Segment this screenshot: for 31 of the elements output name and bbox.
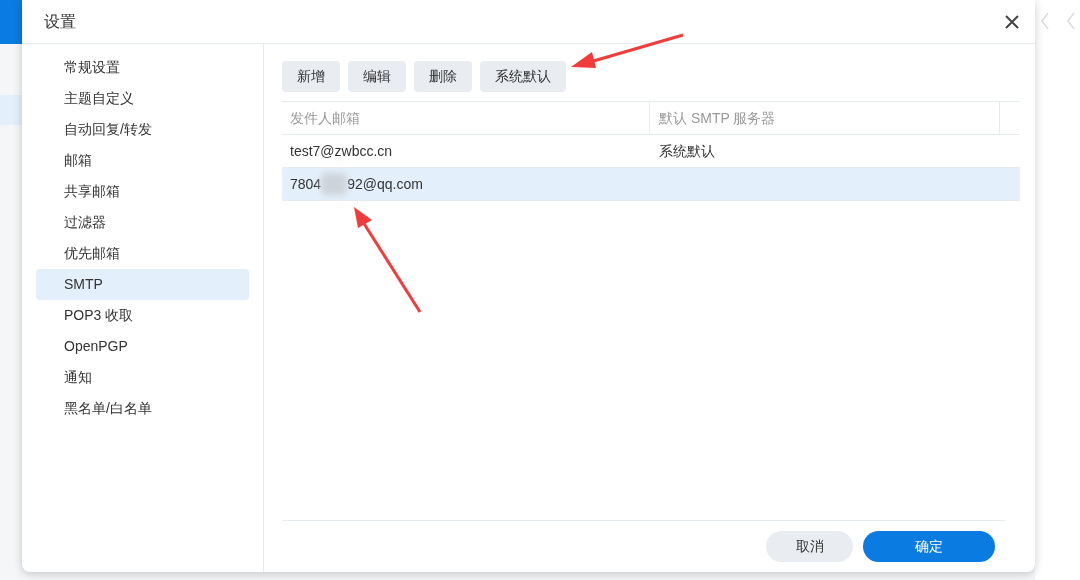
confirm-button[interactable]: 确定 [863,531,995,562]
sidebar-item[interactable]: OpenPGP [36,331,249,362]
toolbar-button[interactable]: 编辑 [348,61,406,92]
table-cell-text: test7@zwbcc.cn [289,141,394,161]
chevron-left-icon[interactable] [1066,12,1076,30]
sidebar-item[interactable]: POP3 收取 [36,300,249,331]
column-header: 发件人邮箱 [282,102,650,134]
app-selection-strip [0,95,22,125]
table-cell-text: 系统默认 [658,141,716,161]
table-row[interactable]: 7804 92@qq.com [282,168,1020,201]
table-cell: 7804 92@qq.com [282,168,650,200]
sidebar-item[interactable]: 自动回复/转发 [36,114,249,145]
sidebar-item[interactable]: 共享邮箱 [36,176,249,207]
sidebar-item[interactable]: 黑名单/白名单 [36,393,249,424]
sidebar-item[interactable]: 常规设置 [36,52,249,83]
column-header: 默认 SMTP 服务器 [650,102,1000,134]
toolbar-button[interactable]: 新增 [282,61,340,92]
sidebar-item[interactable]: 优先邮箱 [36,238,249,269]
close-button[interactable] [1003,12,1021,31]
toolbar-button[interactable]: 删除 [414,61,472,92]
toolbar-button[interactable]: 系统默认 [480,61,566,92]
sidebar-item[interactable]: 通知 [36,362,249,393]
app-header-strip [0,0,22,44]
close-icon [1005,14,1019,29]
chevron-left-icon[interactable] [1040,12,1050,30]
sidebar-item[interactable]: 主题自定义 [36,83,249,114]
sidebar-item[interactable]: SMTP [36,269,249,300]
cancel-button[interactable]: 取消 [766,531,853,562]
dialog-title: 设置 [44,11,76,32]
sidebar-item[interactable]: 邮箱 [36,145,249,176]
sidebar-item[interactable]: 过滤器 [36,207,249,238]
